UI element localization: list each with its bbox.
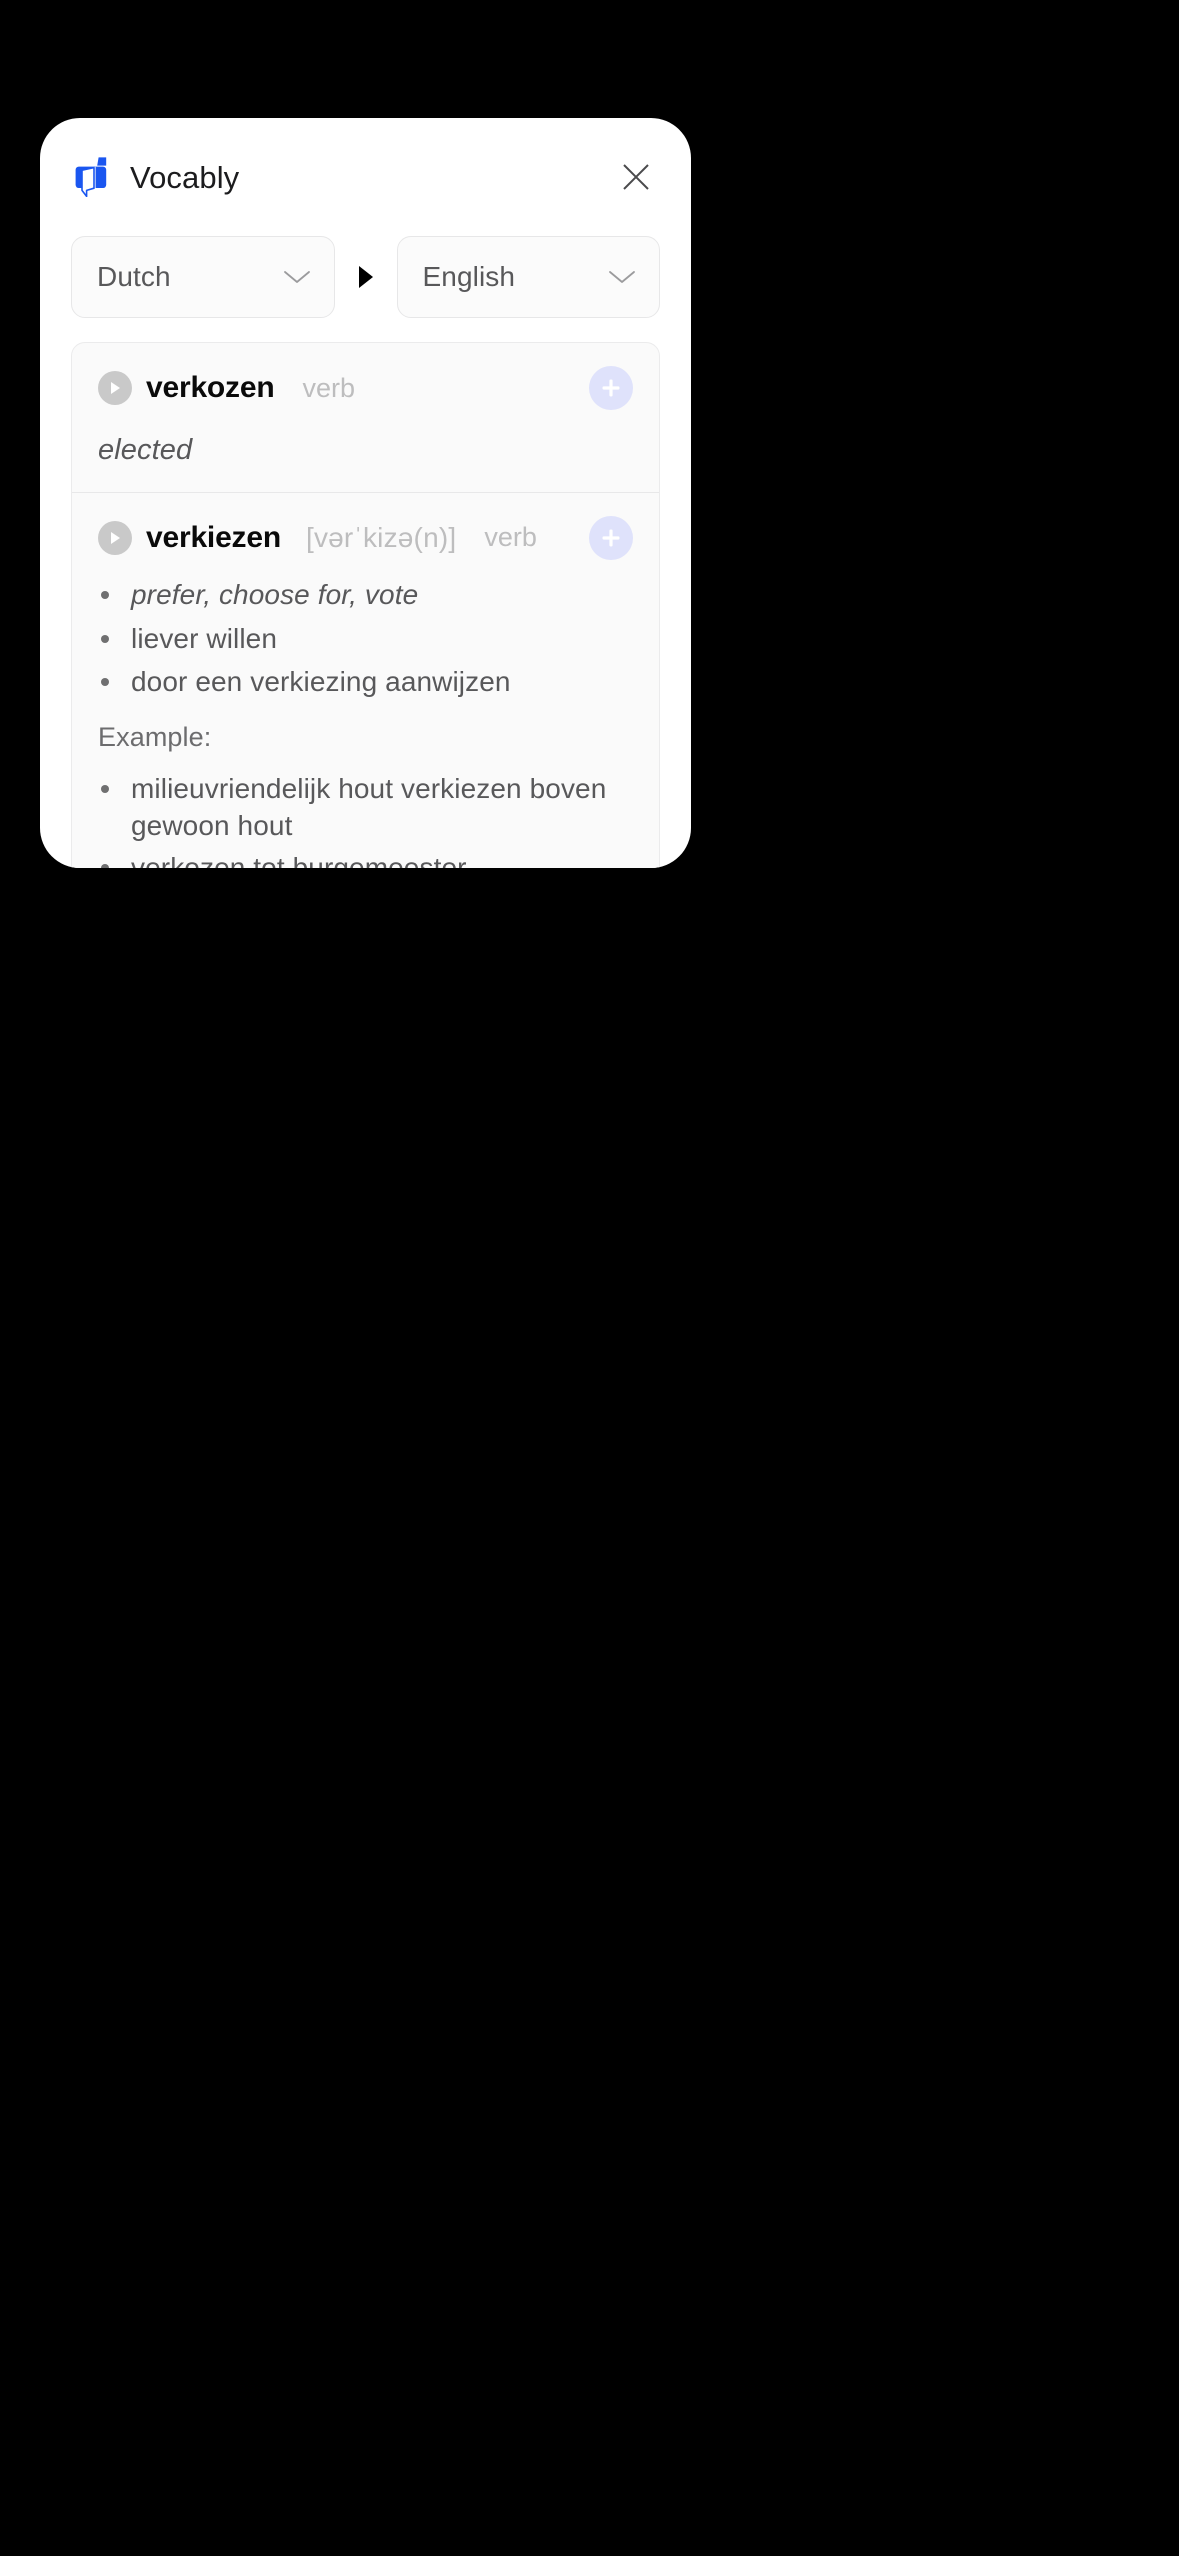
entry-header: verkiezen [vərˈkizə(n)] verb [98, 515, 633, 561]
chevron-down-icon [609, 271, 635, 283]
close-icon [623, 164, 649, 190]
entry-headword: verkiezen [146, 520, 281, 554]
meaning-item: door een verkiezing aanwijzen [98, 664, 633, 700]
entry-headword: verkozen [146, 371, 275, 404]
target-language-value: English [422, 261, 516, 292]
vocably-popup: Vocably Dutch English verkozen verb elec… [40, 118, 691, 868]
plus-icon [602, 379, 620, 397]
chevron-down-icon [283, 271, 310, 283]
language-bar: Dutch English [40, 236, 691, 318]
popup-header: Vocably [40, 118, 691, 236]
vocably-logo-icon [75, 157, 107, 197]
play-pronunciation-button[interactable] [98, 371, 132, 405]
entry-translation: elected [98, 434, 193, 466]
play-triangle-icon [358, 266, 373, 288]
meaning-item: liever willen [98, 621, 633, 657]
target-language-select[interactable]: English [396, 236, 660, 318]
entry-ipa: [vərˈkizə(n)] [305, 521, 457, 553]
app-title: Vocably [130, 159, 240, 195]
add-to-deck-button[interactable] [589, 515, 633, 560]
brand: Vocably [74, 157, 239, 197]
vocably-popup-container: Vocably Dutch English verkozen verb elec… [35, 114, 696, 878]
example-list: milieuvriendelijk hout verkiezen boven g… [98, 771, 633, 868]
meaning-list: prefer, choose for, vote liever willen d… [98, 577, 633, 700]
example-label: Example: [98, 722, 212, 753]
source-language-value: Dutch [97, 261, 171, 292]
play-icon [111, 382, 120, 394]
play-icon [111, 531, 120, 544]
entry-part-of-speech: verb [484, 522, 537, 553]
source-language-select[interactable]: Dutch [71, 236, 335, 318]
example-item: milieuvriendelijk hout verkiezen boven g… [98, 771, 633, 844]
entry-part-of-speech: verb [302, 372, 355, 403]
screen-root: { "app": { "title": "Vocably", "brand_co… [0, 0, 1179, 2556]
plus-icon [602, 529, 620, 547]
close-button[interactable] [613, 154, 659, 200]
meaning-item: prefer, choose for, vote [98, 577, 633, 613]
dictionary-entry: verkiezen [vərˈkizə(n)] verb prefer, cho… [72, 491, 659, 868]
play-pronunciation-button[interactable] [98, 520, 132, 555]
example-item: verkozen tot burgemeester [98, 850, 633, 868]
entry-header: verkozen verb [98, 365, 633, 411]
dictionary-entry: verkozen verb elected [72, 343, 659, 492]
add-to-deck-button[interactable] [589, 366, 633, 410]
results-card: verkozen verb elected verkiezen [vərˈkiz… [71, 342, 660, 868]
direction-arrow [335, 265, 397, 289]
